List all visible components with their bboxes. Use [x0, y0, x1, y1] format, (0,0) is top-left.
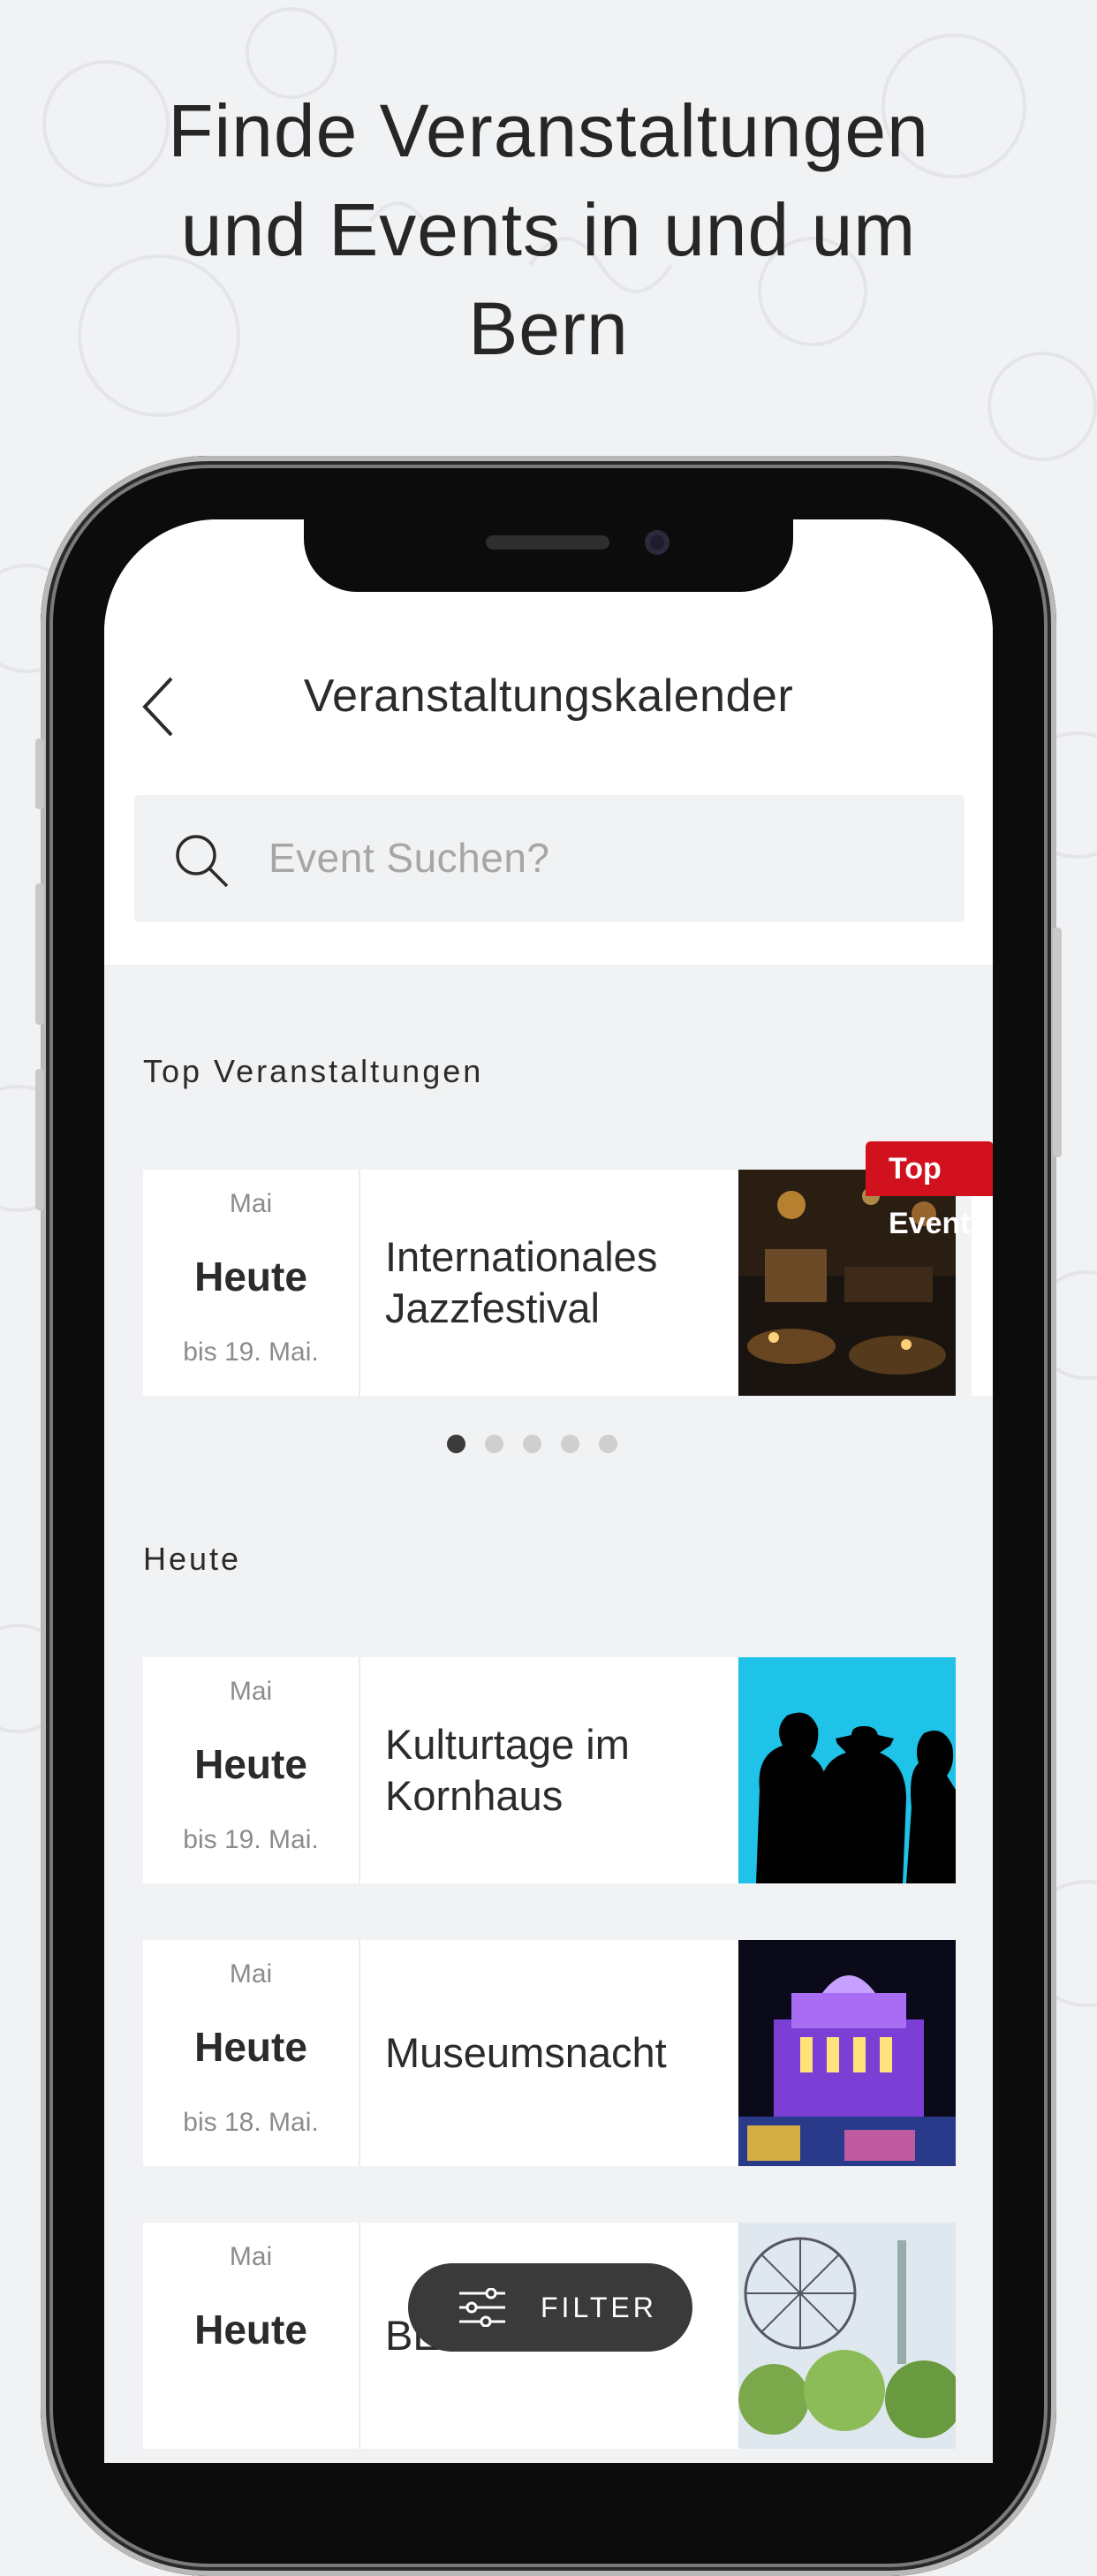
event-image-kulturtage [738, 1657, 956, 1883]
front-camera [645, 530, 670, 555]
event-image-museumsnacht [738, 1940, 956, 2166]
event-title: Museumsnacht [360, 1940, 738, 2166]
date-column: Mai Heute bis 19. Mai. [143, 1657, 360, 1883]
date-until: bis 19. Mai. [183, 1337, 319, 1367]
date-month: Mai [229, 1959, 273, 1989]
carousel-dot-3[interactable] [523, 1435, 541, 1453]
filter-label: FILTER [541, 2292, 657, 2323]
carousel-dot-4[interactable] [561, 1435, 579, 1453]
promo-headline: Finde Veranstaltungen und Events in und … [0, 81, 1097, 378]
phone-screen: Veranstaltungskalender Event Suchen? Top… [104, 519, 993, 2463]
event-card[interactable]: Mai Heute bis 19. Mai. Kulturtage im Kor… [143, 1657, 956, 1883]
carousel-dot-1[interactable] [447, 1435, 465, 1453]
date-until: bis 18. Mai. [183, 2108, 319, 2137]
date-column: Mai Heute bis 19. Mai. [143, 1170, 360, 1396]
event-title: Internationales Jazzfestival [360, 1170, 738, 1396]
headline-line-2: und Events in und um [180, 188, 917, 271]
side-button-volume-up [35, 883, 44, 1025]
date-day: Heute [194, 2307, 307, 2352]
event-title-line-2: Jazzfestival [385, 1284, 600, 1331]
date-column: Mai Heute [143, 2223, 360, 2449]
date-day: Heute [194, 2024, 307, 2070]
search-placeholder: Event Suchen? [269, 835, 550, 881]
sliders-icon [459, 2288, 505, 2327]
search-icon [176, 835, 229, 888]
event-image-bea [738, 2223, 956, 2449]
date-day: Heute [194, 1254, 307, 1299]
section-title-top: Top Veranstaltungen [143, 1053, 484, 1089]
event-title-line-2: Kornhaus [385, 1772, 564, 1819]
date-column: Mai Heute bis 18. Mai. [143, 1940, 360, 2166]
top-event-badge: Top Event [866, 1141, 993, 1240]
date-month: Mai [229, 1189, 273, 1218]
event-card[interactable]: Mai Heute bis 18. Mai. Museumsnacht [143, 1940, 956, 2166]
date-month: Mai [229, 2242, 273, 2271]
side-button-volume-down [35, 1069, 44, 1210]
date-month: Mai [229, 1677, 273, 1706]
event-title-line-1: Museumsnacht [385, 2029, 667, 2076]
notch [304, 519, 793, 592]
event-title-line-1: Kulturtage im [385, 1721, 630, 1768]
next-card-peek[interactable] [972, 1170, 993, 1396]
event-title: Kulturtage im Kornhaus [360, 1657, 738, 1883]
carousel-dot-5[interactable] [599, 1435, 617, 1453]
date-until: bis 19. Mai. [183, 1825, 319, 1854]
speaker [486, 535, 609, 549]
headline-line-1: Finde Veranstaltungen [168, 89, 929, 172]
date-day: Heute [194, 1741, 307, 1787]
top-event-card[interactable]: Mai Heute bis 19. Mai. Internationales J… [143, 1170, 956, 1396]
section-title-today: Heute [143, 1541, 242, 1577]
carousel-pagination [447, 1435, 617, 1453]
page-title: Veranstaltungskalender [303, 671, 794, 722]
filter-button[interactable]: FILTER [408, 2263, 692, 2352]
side-button-silent [35, 739, 44, 809]
carousel-dot-2[interactable] [485, 1435, 503, 1453]
event-title-line-1: Internationales [385, 1233, 658, 1280]
headline-line-3: Bern [468, 287, 629, 370]
side-button-power [1053, 928, 1062, 1157]
search-input[interactable]: Event Suchen? [134, 795, 965, 922]
